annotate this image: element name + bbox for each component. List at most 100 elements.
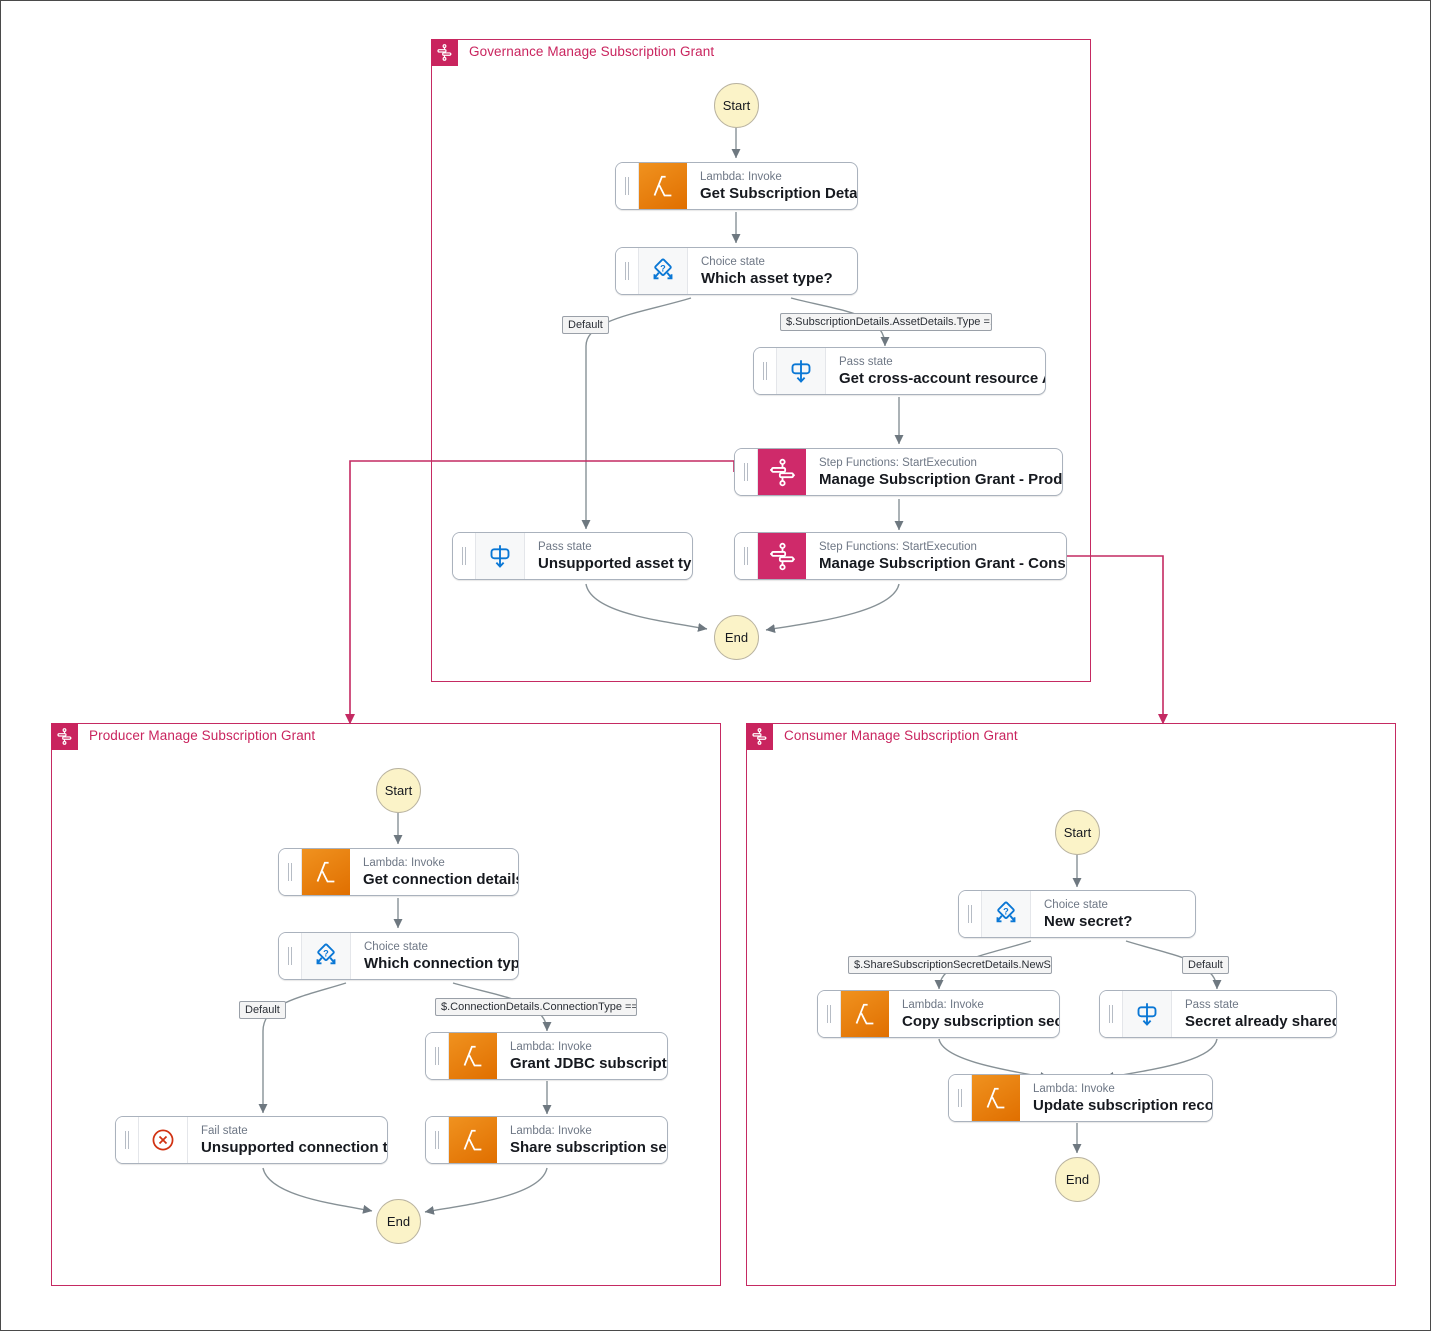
state-name: Get connection details: [363, 870, 519, 888]
state-node-which-asset-type[interactable]: ? Choice state Which asset type?: [615, 247, 858, 295]
drag-handle-icon[interactable]: [949, 1075, 972, 1121]
drag-handle-icon[interactable]: [616, 163, 639, 209]
workflow-header-consumer: Consumer Manage Subscription Grant: [746, 723, 1018, 758]
state-node-secret-already-shared[interactable]: Pass state Secret already shared: [1099, 990, 1337, 1038]
start-node-producer[interactable]: Start: [376, 768, 421, 813]
state-name: Copy subscription secret: [902, 1012, 1059, 1030]
state-node-which-connection-type[interactable]: ? Choice state Which connection type?: [278, 932, 519, 980]
edge-label-producer-connection-type: $.ConnectionDetails.ConnectionType ==...: [435, 998, 637, 1016]
workflow-title-governance: Governance Manage Subscription Grant: [469, 44, 715, 59]
state-name: Manage Subscription Grant - Consumer: [819, 554, 1066, 572]
state-kind: Pass state: [538, 540, 592, 553]
svg-text:?: ?: [1003, 907, 1009, 917]
end-node-producer[interactable]: End: [376, 1199, 421, 1244]
drag-handle-icon[interactable]: [959, 891, 982, 937]
drag-handle-icon[interactable]: [116, 1117, 139, 1163]
state-node-copy-subscription-secret[interactable]: Lambda: Invoke Copy subscription secret: [817, 990, 1060, 1038]
state-name: Manage Subscription Grant - Producer: [819, 470, 1063, 488]
edge-label-producer-default: Default: [239, 1001, 286, 1019]
lambda-icon: [449, 1117, 497, 1163]
state-machine-icon: [431, 39, 458, 66]
state-kind: Lambda: Invoke: [700, 170, 782, 183]
state-name: Which asset type?: [701, 269, 833, 287]
drag-handle-icon[interactable]: [426, 1033, 449, 1079]
state-machine-icon: [51, 723, 78, 750]
lambda-icon: [302, 849, 350, 895]
state-node-new-secret[interactable]: ? Choice state New secret?: [958, 890, 1196, 938]
lambda-icon: [639, 163, 687, 209]
drag-handle-icon[interactable]: [426, 1117, 449, 1163]
state-name: Update subscription records: [1033, 1096, 1213, 1114]
start-node-governance[interactable]: Start: [714, 83, 759, 128]
end-node-governance[interactable]: End: [714, 615, 759, 660]
edge-label-text: Default: [568, 319, 603, 331]
end-label: End: [1065, 1172, 1090, 1187]
lambda-icon: [972, 1075, 1020, 1121]
state-kind: Fail state: [201, 1124, 248, 1137]
state-kind: Lambda: Invoke: [510, 1124, 592, 1137]
end-node-consumer[interactable]: End: [1055, 1157, 1100, 1202]
state-kind: Step Functions: StartExecution: [819, 540, 977, 553]
lambda-icon: [449, 1033, 497, 1079]
edge-label-text: $.SubscriptionDetails.AssetDetails.Type …: [786, 316, 992, 328]
state-node-share-subscription-secret[interactable]: Lambda: Invoke Share subscription secret: [425, 1116, 668, 1164]
state-name: New secret?: [1044, 912, 1133, 930]
state-node-unsupported-asset-type[interactable]: Pass state Unsupported asset type: [452, 532, 693, 580]
edge-label-consumer-new-secret: $.ShareSubscriptionSecretDetails.NewSu..…: [848, 956, 1052, 974]
drag-handle-icon[interactable]: [279, 933, 302, 979]
edge-label-consumer-default: Default: [1182, 956, 1229, 974]
drag-handle-icon[interactable]: [735, 449, 758, 495]
state-name: Unsupported connection type: [201, 1138, 388, 1156]
start-label: Start: [722, 98, 751, 113]
choice-icon: ?: [302, 933, 351, 979]
state-node-manage-subscription-grant-consumer[interactable]: Step Functions: StartExecution Manage Su…: [734, 532, 1067, 580]
drag-handle-icon[interactable]: [279, 849, 302, 895]
workflow-header-producer: Producer Manage Subscription Grant: [51, 723, 315, 758]
drag-handle-icon[interactable]: [1100, 991, 1123, 1037]
drag-handle-icon[interactable]: [616, 248, 639, 294]
start-label: Start: [1063, 825, 1092, 840]
svg-text:?: ?: [323, 949, 329, 959]
state-kind: Step Functions: StartExecution: [819, 456, 977, 469]
state-node-grant-jdbc-subscription[interactable]: Lambda: Invoke Grant JDBC subscription: [425, 1032, 668, 1080]
state-node-update-subscription-records[interactable]: Lambda: Invoke Update subscription recor…: [948, 1074, 1213, 1122]
drag-handle-icon[interactable]: [818, 991, 841, 1037]
state-kind: Pass state: [839, 355, 893, 368]
start-label: Start: [384, 783, 413, 798]
state-node-manage-subscription-grant-producer[interactable]: Step Functions: StartExecution Manage Su…: [734, 448, 1063, 496]
state-machine-icon: [746, 723, 773, 750]
edge-label-text: Default: [1188, 959, 1223, 971]
fail-icon: [139, 1117, 188, 1163]
pass-icon: [476, 533, 525, 579]
state-kind: Choice state: [1044, 898, 1108, 911]
state-name: Secret already shared: [1185, 1012, 1337, 1030]
stepfunctions-icon: [758, 533, 806, 579]
choice-icon: ?: [639, 248, 688, 294]
state-node-get-connection-details[interactable]: Lambda: Invoke Get connection details: [278, 848, 519, 896]
drag-handle-icon[interactable]: [735, 533, 758, 579]
state-kind: Lambda: Invoke: [510, 1040, 592, 1053]
state-kind: Lambda: Invoke: [363, 856, 445, 869]
pass-icon: [1123, 991, 1172, 1037]
state-name: Get cross-account resource ARNs: [839, 369, 1045, 387]
state-kind: Lambda: Invoke: [902, 998, 984, 1011]
state-node-get-cross-account-resource-arns[interactable]: Pass state Get cross-account resource AR…: [753, 347, 1046, 395]
start-node-consumer[interactable]: Start: [1055, 810, 1100, 855]
state-name: Get Subscription Details: [700, 184, 858, 202]
edge-label-text: $.ConnectionDetails.ConnectionType ==...: [441, 1001, 637, 1013]
drag-handle-icon[interactable]: [754, 348, 777, 394]
state-kind: Choice state: [701, 255, 765, 268]
state-node-get-subscription-details[interactable]: Lambda: Invoke Get Subscription Details: [615, 162, 858, 210]
state-node-unsupported-connection-type[interactable]: Fail state Unsupported connection type: [115, 1116, 388, 1164]
pass-icon: [777, 348, 826, 394]
state-kind: Pass state: [1185, 998, 1239, 1011]
drag-handle-icon[interactable]: [453, 533, 476, 579]
state-kind: Choice state: [364, 940, 428, 953]
choice-icon: ?: [982, 891, 1031, 937]
workflow-title-consumer: Consumer Manage Subscription Grant: [784, 728, 1018, 743]
workflow-canvas: Governance Manage Subscription Grant Sta…: [0, 0, 1431, 1331]
end-label: End: [386, 1214, 411, 1229]
svg-text:?: ?: [660, 264, 666, 274]
state-name: Grant JDBC subscription: [510, 1054, 667, 1072]
end-label: End: [724, 630, 749, 645]
